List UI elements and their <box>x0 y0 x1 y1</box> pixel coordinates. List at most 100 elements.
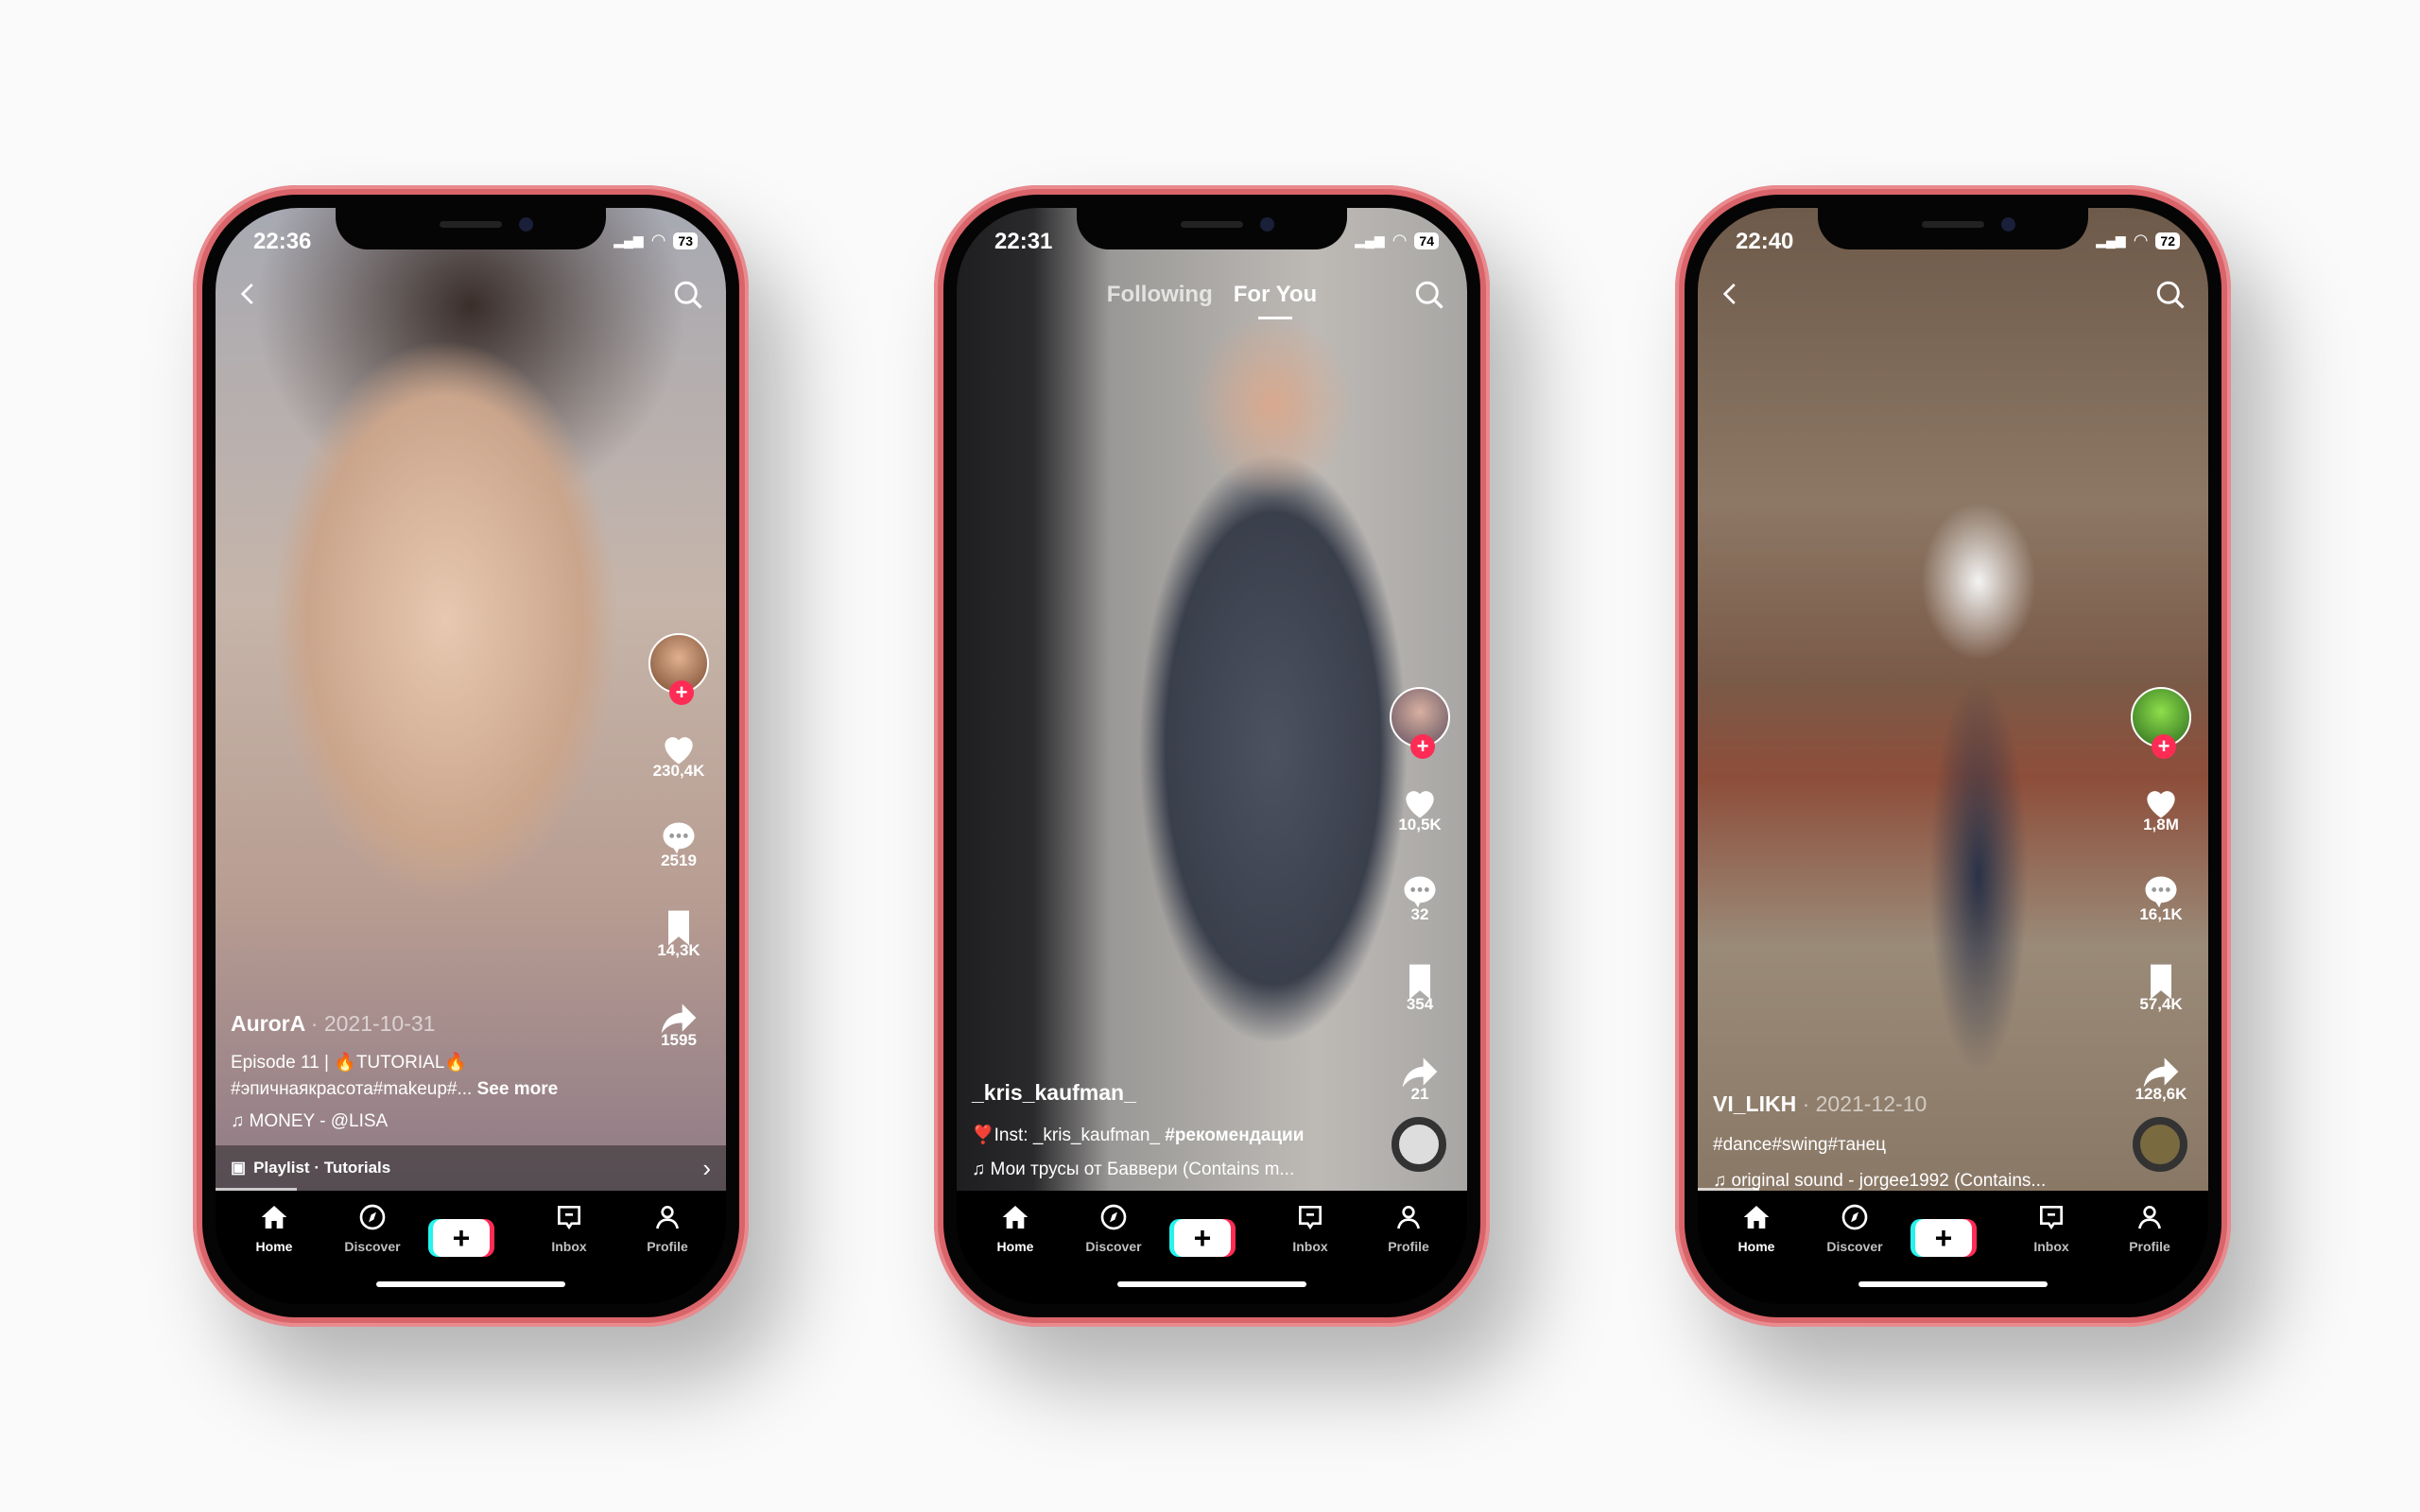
phone-screen: 22:40 ▂▄▆ ◠ 72 +1,8M 16,1K 57,4K 128,6K VI_LIKH … <box>1698 208 2208 1304</box>
bottom-nav: Home Discover + Inbox Profile <box>216 1191 726 1304</box>
creator-avatar[interactable]: + <box>648 633 709 705</box>
music-note-icon: ♫ <box>231 1111 250 1131</box>
music-title[interactable]: MONEY - @LISA <box>250 1111 389 1131</box>
home-indicator[interactable] <box>376 1281 565 1287</box>
wifi-icon: ◠ <box>2133 231 2149 249</box>
status-icons: ▂▄▆ ◠ 74 <box>1355 231 1439 250</box>
search-icon[interactable] <box>671 278 705 312</box>
search-icon[interactable] <box>2153 278 2187 312</box>
home-indicator[interactable] <box>1858 1281 2048 1287</box>
nav-home[interactable]: Home <box>1719 1191 1794 1304</box>
caption: ❣️Inst: _kris_kaufman_ <box>972 1125 1160 1145</box>
battery-icon: 73 <box>673 232 698 249</box>
search-icon[interactable] <box>1412 278 1446 312</box>
post-date: · 2021-12-10 <box>1802 1091 1927 1116</box>
nav-discover[interactable]: Discover <box>1076 1191 1151 1304</box>
tab-for-you[interactable]: For You <box>1234 282 1317 319</box>
see-more-link[interactable]: See more <box>477 1079 559 1099</box>
status-time: 22:40 <box>1736 229 1794 254</box>
follow-plus-icon[interactable]: + <box>1410 734 1435 759</box>
like-count: 1,8M <box>2143 816 2179 833</box>
action-rail: +1,8M 16,1K 57,4K 128,6K <box>2129 687 2193 1103</box>
nav-discover[interactable]: Discover <box>1817 1191 1893 1304</box>
music-disc[interactable] <box>1392 1117 1446 1172</box>
nav-label: Discover <box>1085 1239 1142 1254</box>
post-date: · 2021-10-31 <box>310 1011 436 1036</box>
caption-hashtag[interactable]: #рекомендации <box>1165 1125 1304 1145</box>
nav-label: Profile <box>647 1239 688 1254</box>
nav-inbox[interactable]: Inbox <box>531 1191 607 1304</box>
phone-mockup: 22:36 ▂▄▆ ◠ 73 +230,4K 2519 14,3K 1595 AurorA · … <box>193 185 749 1327</box>
phone-mockup: 22:31 ▂▄▆ ◠ 74 Following For You +10,5K 32 354 21… <box>934 185 1490 1327</box>
comment-count: 2519 <box>661 851 697 869</box>
home-indicator[interactable] <box>1117 1281 1306 1287</box>
wifi-icon: ◠ <box>1392 231 1408 249</box>
notch <box>1077 208 1347 249</box>
playlist-label: Playlist · Tutorials <box>253 1159 391 1177</box>
nav-inbox[interactable]: Inbox <box>2014 1191 2089 1304</box>
phone-screen: 22:31 ▂▄▆ ◠ 74 Following For You +10,5K 32 354 21… <box>957 208 1467 1304</box>
notch <box>336 208 606 249</box>
hashtags[interactable]: #эпичнаякрасота#makeup#... <box>231 1079 472 1099</box>
music-title[interactable]: original sound - jorgee1992 (Contains... <box>1732 1171 2047 1191</box>
nav-label: Discover <box>1826 1239 1883 1254</box>
person-icon <box>1393 1206 1424 1236</box>
comment-count: 16,1K <box>2139 905 2183 923</box>
action-rail: +230,4K 2519 14,3K 1595 <box>647 633 711 1049</box>
music-disc[interactable] <box>2133 1117 2187 1172</box>
follow-plus-icon[interactable]: + <box>2152 734 2176 759</box>
nav-label: Inbox <box>551 1239 587 1254</box>
save-count: 14,3K <box>657 941 700 959</box>
back-chevron-icon[interactable] <box>1717 280 1745 308</box>
battery-icon: 74 <box>1414 232 1439 249</box>
follow-plus-icon[interactable]: + <box>669 680 694 705</box>
inbox-icon <box>2036 1206 2066 1236</box>
save-count: 57,4K <box>2139 995 2183 1013</box>
creator-avatar[interactable]: + <box>1390 687 1450 759</box>
share-count: 128,6K <box>2135 1085 2187 1103</box>
notch <box>1818 208 2088 249</box>
nav-label: Profile <box>1388 1239 1429 1254</box>
music-title[interactable]: Мои трусы от Баввери (Contains m... <box>991 1160 1295 1179</box>
inbox-icon <box>1295 1206 1325 1236</box>
battery-icon: 72 <box>2155 232 2180 249</box>
nav-profile[interactable]: Profile <box>1371 1191 1446 1304</box>
phone-screen: 22:36 ▂▄▆ ◠ 73 +230,4K 2519 14,3K 1595 AurorA · … <box>216 208 726 1304</box>
wifi-icon: ◠ <box>650 231 666 249</box>
back-chevron-icon[interactable] <box>234 280 263 308</box>
nav-home[interactable]: Home <box>977 1191 1053 1304</box>
bottom-nav: Home Discover + Inbox Profile <box>1698 1191 2208 1304</box>
feed-tabs: Following For You <box>957 282 1467 319</box>
plus-icon: + <box>1174 1219 1231 1257</box>
nav-label: Home <box>996 1239 1034 1254</box>
signal-icon: ▂▄▆ <box>614 232 644 248</box>
nav-profile[interactable]: Profile <box>630 1191 705 1304</box>
action-rail: +10,5K 32 354 21 <box>1388 687 1452 1103</box>
creator-avatar[interactable]: + <box>2131 687 2191 759</box>
home-icon <box>1741 1206 1772 1236</box>
nav-create[interactable]: + <box>1915 1191 1991 1304</box>
nav-home[interactable]: Home <box>236 1191 312 1304</box>
nav-label: Home <box>255 1239 293 1254</box>
nav-profile[interactable]: Profile <box>2112 1191 2187 1304</box>
status-icons: ▂▄▆ ◠ 72 <box>2096 231 2180 250</box>
compass-icon <box>357 1204 388 1236</box>
share-count: 21 <box>1410 1085 1429 1103</box>
nav-create[interactable]: + <box>1174 1191 1250 1304</box>
compass-icon <box>1840 1204 1870 1236</box>
plus-icon: + <box>1915 1219 1972 1257</box>
username[interactable]: VI_LIKH <box>1713 1091 1796 1116</box>
playlist-bar[interactable]: ▣ Playlist · Tutorials › <box>216 1145 726 1191</box>
home-icon <box>259 1206 289 1236</box>
tab-following[interactable]: Following <box>1107 282 1213 308</box>
username[interactable]: AurorA <box>231 1011 304 1036</box>
signal-icon: ▂▄▆ <box>1355 232 1385 248</box>
person-icon <box>2135 1206 2165 1236</box>
nav-label: Inbox <box>2033 1239 2069 1254</box>
nav-inbox[interactable]: Inbox <box>1272 1191 1348 1304</box>
nav-discover[interactable]: Discover <box>335 1191 410 1304</box>
share-count: 1595 <box>661 1031 697 1049</box>
nav-label: Profile <box>2129 1239 2170 1254</box>
username[interactable]: _kris_kaufman_ <box>972 1080 1136 1105</box>
nav-create[interactable]: + <box>433 1191 509 1304</box>
